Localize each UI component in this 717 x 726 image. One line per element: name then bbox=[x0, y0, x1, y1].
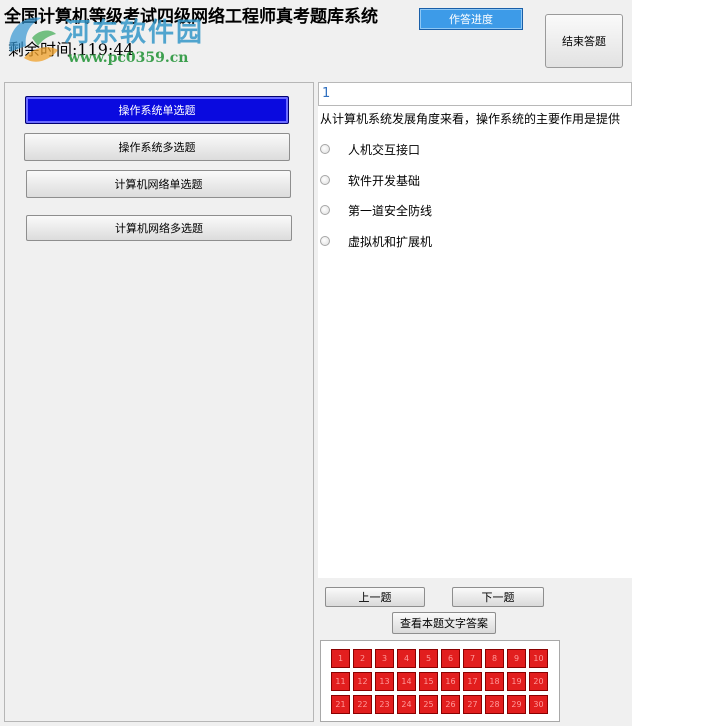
question-cell[interactable]: 13 bbox=[375, 672, 394, 691]
option-d[interactable]: 虚拟机和扩展机 bbox=[320, 232, 432, 250]
category-panel: 操作系统单选题 操作系统多选题 计算机网络单选题 计算机网络多选题 bbox=[4, 82, 314, 722]
question-cell[interactable]: 20 bbox=[529, 672, 548, 691]
exam-window: 全国计算机等级考试四级网络工程师真考题库系统 剩余时间:119:44 河东软件园… bbox=[0, 0, 632, 726]
option-c[interactable]: 第一道安全防线 bbox=[320, 201, 432, 219]
finish-exam-button[interactable]: 结束答题 bbox=[545, 14, 623, 68]
question-cell[interactable]: 9 bbox=[507, 649, 526, 668]
answer-progress-button[interactable]: 作答进度 bbox=[419, 8, 523, 30]
option-label: 第一道安全防线 bbox=[348, 203, 433, 218]
view-answer-button[interactable]: 查看本题文字答案 bbox=[392, 612, 496, 634]
question-cell[interactable]: 22 bbox=[353, 695, 372, 714]
question-cell[interactable]: 8 bbox=[485, 649, 504, 668]
question-cell[interactable]: 21 bbox=[331, 695, 350, 714]
radio-button[interactable] bbox=[320, 205, 330, 215]
category-network-multiple-choice[interactable]: 计算机网络多选题 bbox=[26, 215, 292, 241]
question-cell[interactable]: 16 bbox=[441, 672, 460, 691]
question-cell[interactable]: 2 bbox=[353, 649, 372, 668]
question-number: 1 bbox=[318, 82, 632, 106]
question-cell[interactable]: 24 bbox=[397, 695, 416, 714]
option-a[interactable]: 人机交互接口 bbox=[320, 140, 420, 158]
question-cell[interactable]: 11 bbox=[331, 672, 350, 691]
option-b[interactable]: 软件开发基础 bbox=[320, 171, 420, 189]
question-cell[interactable]: 12 bbox=[353, 672, 372, 691]
question-cell[interactable]: 26 bbox=[441, 695, 460, 714]
question-cell[interactable]: 15 bbox=[419, 672, 438, 691]
question-cell[interactable]: 4 bbox=[397, 649, 416, 668]
question-grid-panel: 1 2 3 4 5 6 7 8 9 10 11 12 13 14 15 16 17 18 19 20 21 22 23 24 2… bbox=[320, 640, 560, 722]
previous-question-button[interactable]: 上一题 bbox=[325, 587, 425, 607]
radio-button[interactable] bbox=[320, 236, 330, 246]
option-label: 软件开发基础 bbox=[348, 173, 421, 188]
radio-button[interactable] bbox=[320, 175, 330, 185]
option-label: 人机交互接口 bbox=[348, 142, 421, 157]
question-cell[interactable]: 29 bbox=[507, 695, 526, 714]
question-cell[interactable]: 18 bbox=[485, 672, 504, 691]
question-grid: 1 2 3 4 5 6 7 8 9 10 11 12 13 14 15 16 17 18 19 20 21 22 23 24 2… bbox=[331, 649, 548, 714]
question-cell[interactable]: 3 bbox=[375, 649, 394, 668]
category-os-multiple-choice[interactable]: 操作系统多选题 bbox=[24, 133, 290, 161]
category-network-single-choice[interactable]: 计算机网络单选题 bbox=[26, 170, 291, 198]
question-cell[interactable]: 5 bbox=[419, 649, 438, 668]
window-title: 全国计算机等级考试四级网络工程师真考题库系统 bbox=[4, 7, 378, 27]
question-cell[interactable]: 28 bbox=[485, 695, 504, 714]
question-cell[interactable]: 10 bbox=[529, 649, 548, 668]
question-text: 从计算机系统发展角度来看，操作系统的主要作用是提供 bbox=[320, 112, 621, 126]
question-cell[interactable]: 19 bbox=[507, 672, 526, 691]
question-cell[interactable]: 25 bbox=[419, 695, 438, 714]
radio-button[interactable] bbox=[320, 144, 330, 154]
remaining-time: 剩余时间:119:44 bbox=[8, 40, 134, 59]
option-label: 虚拟机和扩展机 bbox=[348, 234, 433, 249]
question-area: 从计算机系统发展角度来看，操作系统的主要作用是提供 人机交互接口 软件开发基础 … bbox=[318, 106, 632, 578]
next-question-button[interactable]: 下一题 bbox=[452, 587, 544, 607]
question-cell[interactable]: 7 bbox=[463, 649, 482, 668]
question-cell[interactable]: 14 bbox=[397, 672, 416, 691]
question-cell[interactable]: 27 bbox=[463, 695, 482, 714]
question-cell[interactable]: 30 bbox=[529, 695, 548, 714]
question-cell[interactable]: 1 bbox=[331, 649, 350, 668]
question-cell[interactable]: 23 bbox=[375, 695, 394, 714]
category-os-single-choice[interactable]: 操作系统单选题 bbox=[25, 96, 289, 124]
question-cell[interactable]: 17 bbox=[463, 672, 482, 691]
question-cell[interactable]: 6 bbox=[441, 649, 460, 668]
